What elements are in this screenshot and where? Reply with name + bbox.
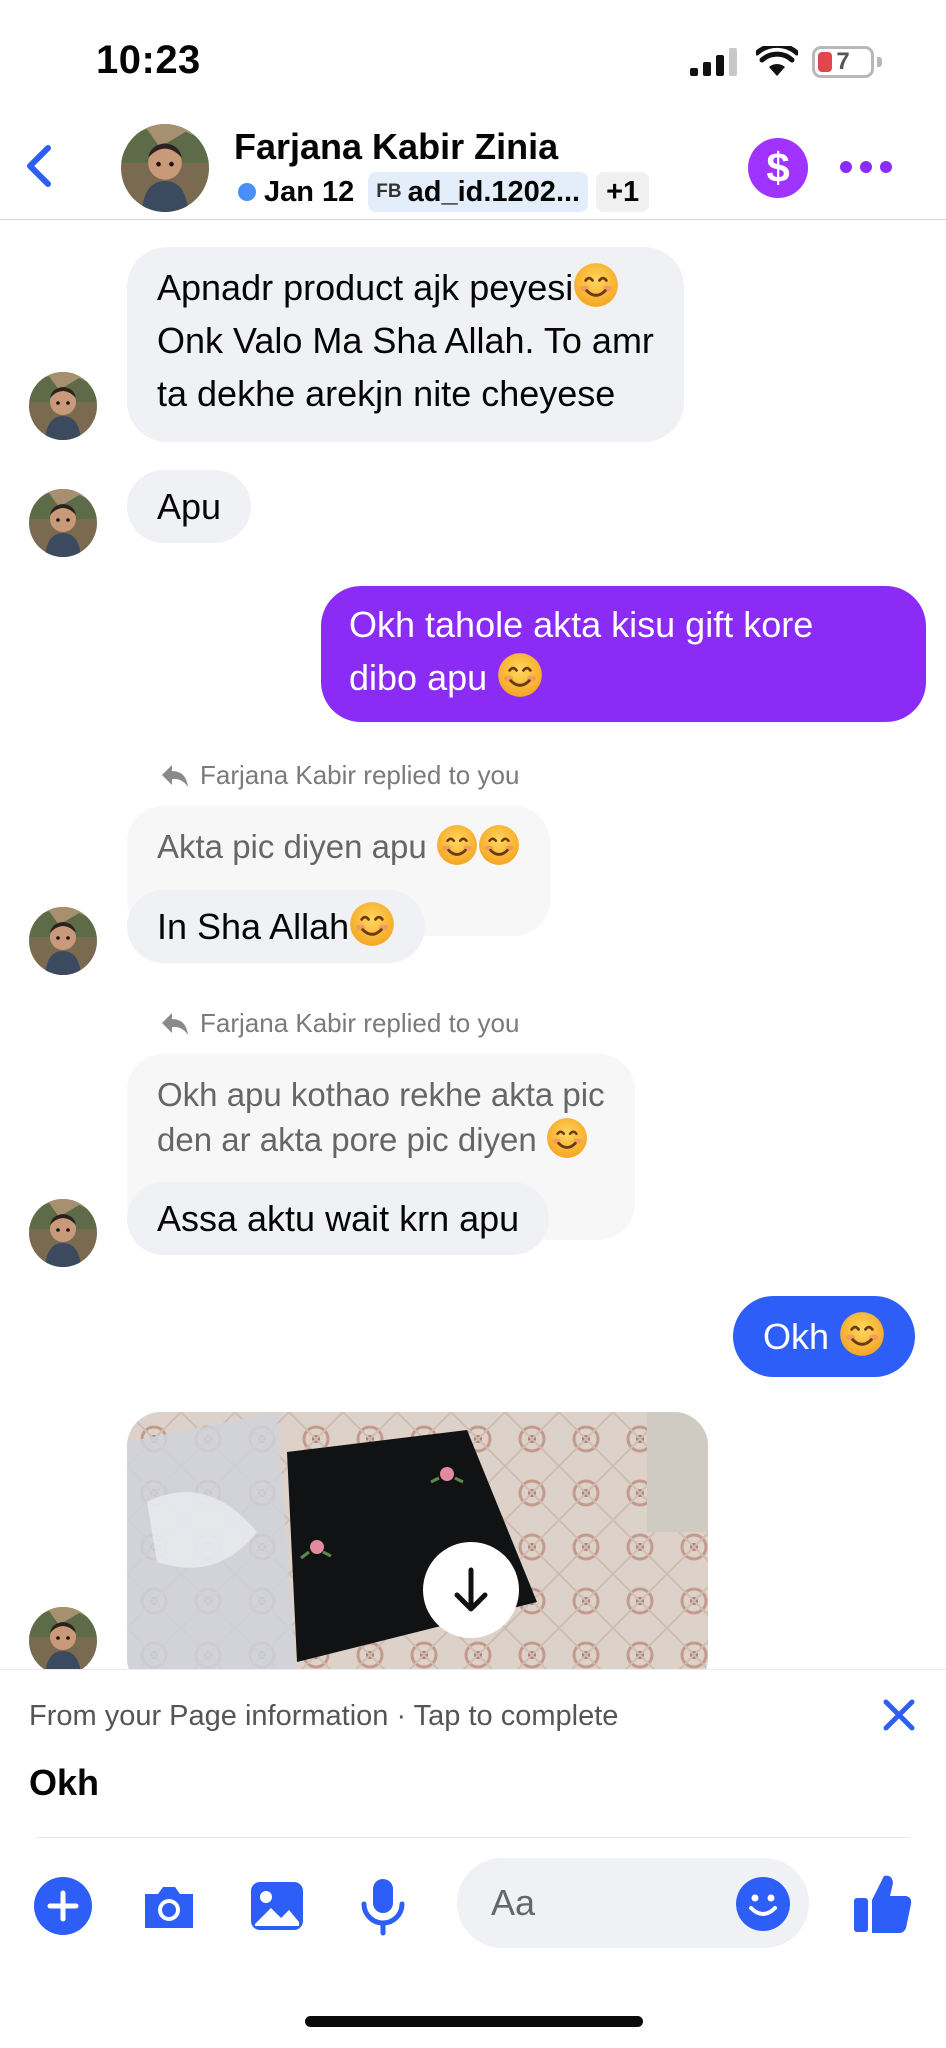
status-time: 10:23 [96,38,201,82]
contact-meta: Jan 12 FB ad_id.1202... +1 [234,172,650,212]
smile-emoji [546,1117,588,1159]
suggestion-hint[interactable]: From your Page information · Tap to comp… [29,1700,618,1733]
smile-emoji [478,824,520,866]
message-composer [0,1840,946,1970]
message-text: Apnadr product ajk peyesi [157,267,574,308]
status-bar: 10:23 7 [0,0,946,118]
message-input[interactable] [491,1858,721,1948]
ad-id-text: ad_id.1202... [407,175,581,208]
contact-avatar-small[interactable] [29,907,97,975]
outgoing-message[interactable]: Okh [733,1296,916,1377]
extra-tags-count[interactable]: +1 [596,172,650,212]
microphone-icon[interactable] [353,1876,413,1936]
outgoing-message[interactable]: Okh tahole akta kisu gift kore dibo apu [321,586,926,722]
meta-date: Jan 12 [264,175,355,208]
contact-name[interactable]: Farjana Kabir Zinia [234,126,558,168]
reply-arrow-icon [162,1012,188,1035]
cellular-signal-icon [690,48,737,76]
contact-avatar-small[interactable] [29,489,97,557]
incoming-message[interactable]: Assa aktu wait krn apu [127,1182,550,1255]
message-text: Okh [763,1316,840,1357]
conversation-header: Farjana Kabir Zinia Jan 12 FB ad_id.1202… [0,118,946,220]
camera-icon[interactable] [139,1876,199,1936]
message-input-container[interactable] [457,1858,809,1948]
gallery-icon[interactable] [247,1876,307,1936]
payment-button[interactable]: $ [748,138,808,198]
smile-emoji [497,652,543,698]
message-text: Apu [157,486,222,527]
message-text: dibo apu [349,657,498,698]
reply-label-text: Farjana Kabir replied to you [200,760,520,790]
quoted-text: Akta pic diyen apu [157,828,436,865]
thumbs-up-icon[interactable] [852,1870,912,1934]
fb-label: FB [376,181,402,202]
message-list[interactable]: Apnadr product ajk peyesi Onk Valo Ma Sh… [0,221,946,1669]
message-text: ta dekhe arekjn nite cheyese [157,373,616,414]
message-text: In Sha Allah [157,906,350,947]
contact-avatar-small[interactable] [29,372,97,440]
reply-label: Farjana Kabir replied to you [160,760,519,791]
photo-attachment[interactable] [127,1412,708,1669]
reply-arrow-icon [162,764,188,787]
contact-avatar-small[interactable] [29,1199,97,1267]
smile-emoji [436,824,478,866]
message-text: Assa aktu wait krn apu [157,1198,520,1239]
contact-avatar[interactable] [121,124,209,212]
incoming-message[interactable]: In Sha Allah [127,890,426,963]
download-button[interactable] [423,1542,519,1638]
smile-emoji [349,901,395,947]
suggested-reply-text[interactable]: Okh [29,1762,99,1804]
photo-image [127,1412,708,1669]
wifi-icon [756,46,798,76]
battery-icon: 7 [812,46,882,78]
quoted-text: den ar akta pore pic diyen [157,1121,546,1158]
reply-label: Farjana Kabir replied to you [160,1008,519,1039]
battery-level: 7 [836,48,850,75]
suggested-reply-panel: From your Page information · Tap to comp… [0,1669,946,1839]
message-text: Onk Valo Ma Sha Allah. To amr [157,320,654,361]
divider [36,1837,910,1838]
contact-avatar-small[interactable] [29,1607,97,1669]
smile-emoji [839,1311,885,1357]
quoted-text: Okh apu kothao rekhe akta pic [157,1076,605,1113]
status-dot-icon [238,183,256,201]
smiley-icon[interactable] [735,1876,791,1932]
incoming-message[interactable]: Apu [127,470,252,543]
incoming-message[interactable]: Apnadr product ajk peyesi Onk Valo Ma Sh… [127,247,684,442]
close-icon[interactable] [876,1692,922,1738]
more-dots-icon[interactable] [838,152,894,182]
ad-id-chip[interactable]: FB ad_id.1202... [368,172,589,212]
download-icon [454,1567,488,1612]
reply-label-text: Farjana Kabir replied to you [200,1008,520,1038]
message-text: Okh tahole akta kisu gift kore [349,604,814,645]
plus-icon[interactable] [33,1876,93,1936]
home-indicator[interactable] [305,2016,643,2027]
smile-emoji [573,262,619,308]
back-chevron-icon[interactable] [14,136,64,196]
